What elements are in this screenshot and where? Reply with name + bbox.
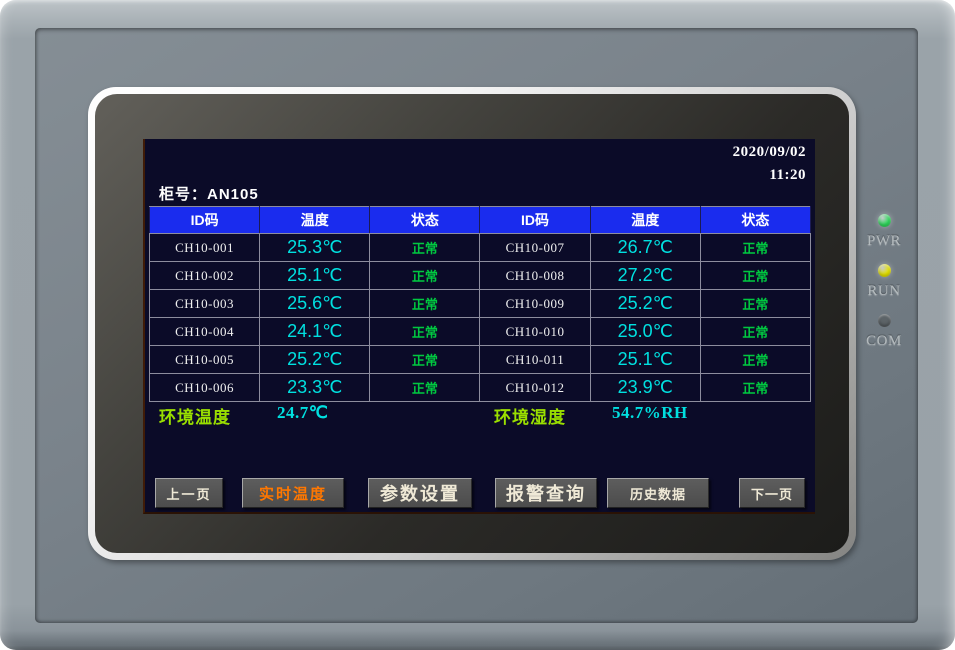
channel-id-cell: CH10-003 <box>150 290 260 318</box>
channel-id-cell: CH10-004 <box>150 318 260 346</box>
lcd-display: 2020/09/02 11:20 柜号：AN105 ID码温度状态ID码温度状态… <box>143 139 815 514</box>
status-cell: 正常 <box>700 346 810 374</box>
env-temperature-value: 24.7℃ <box>277 403 328 423</box>
column-header: 温度 <box>590 207 700 234</box>
temperature-cell: 25.2℃ <box>590 290 700 318</box>
date-display: 2020/09/02 <box>733 144 806 161</box>
column-header: ID码 <box>150 207 260 234</box>
next-page-button[interactable]: 下一页 <box>739 478 805 508</box>
status-cell: 正常 <box>370 346 480 374</box>
status-cell: 正常 <box>370 234 480 262</box>
temperature-cell: 25.2℃ <box>260 346 370 374</box>
table-header-row: ID码温度状态ID码温度状态 <box>150 207 811 234</box>
table-row: CH10-00225.1℃正常CH10-00827.2℃正常 <box>150 262 811 290</box>
status-cell: 正常 <box>700 318 810 346</box>
column-header: 状态 <box>700 207 810 234</box>
screen-bezel: 2020/09/02 11:20 柜号：AN105 ID码温度状态ID码温度状态… <box>95 94 849 553</box>
hmi-device: 2020/09/02 11:20 柜号：AN105 ID码温度状态ID码温度状态… <box>0 0 955 650</box>
com-led-label: COM <box>858 333 910 350</box>
table-row: CH10-00623.3℃正常CH10-01223.9℃正常 <box>150 374 811 402</box>
column-header: ID码 <box>480 207 590 234</box>
temperature-cell: 25.0℃ <box>590 318 700 346</box>
temperature-cell: 23.3℃ <box>260 374 370 402</box>
channel-id-cell: CH10-007 <box>480 234 590 262</box>
led-indicator-column: PWR RUN COM <box>858 210 910 360</box>
temperature-cell: 23.9℃ <box>590 374 700 402</box>
table-row: CH10-00325.6℃正常CH10-00925.2℃正常 <box>150 290 811 318</box>
history-data-button[interactable]: 历史数据 <box>607 478 709 508</box>
column-header: 温度 <box>260 207 370 234</box>
com-led-icon <box>878 314 891 327</box>
temperature-cell: 27.2℃ <box>590 262 700 290</box>
time-display: 11:20 <box>769 167 806 184</box>
alarm-query-button[interactable]: 报警查询 <box>495 478 597 508</box>
pwr-led-block: PWR <box>858 210 910 260</box>
temperature-cell: 25.3℃ <box>260 234 370 262</box>
temperature-cell: 25.1℃ <box>590 346 700 374</box>
channel-id-cell: CH10-009 <box>480 290 590 318</box>
channel-table: ID码温度状态ID码温度状态 CH10-00125.3℃正常CH10-00726… <box>149 206 811 402</box>
channel-id-cell: CH10-005 <box>150 346 260 374</box>
channel-id-cell: CH10-008 <box>480 262 590 290</box>
status-cell: 正常 <box>370 262 480 290</box>
realtime-temp-button[interactable]: 实时温度 <box>242 478 344 508</box>
table-row: CH10-00125.3℃正常CH10-00726.7℃正常 <box>150 234 811 262</box>
param-settings-button[interactable]: 参数设置 <box>368 478 472 508</box>
device-front-panel: 2020/09/02 11:20 柜号：AN105 ID码温度状态ID码温度状态… <box>35 28 918 623</box>
channel-id-cell: CH10-010 <box>480 318 590 346</box>
temperature-cell: 24.1℃ <box>260 318 370 346</box>
env-temperature-label: 环境温度 <box>159 403 231 428</box>
com-led-block: COM <box>858 310 910 360</box>
status-cell: 正常 <box>700 290 810 318</box>
channel-id-cell: CH10-001 <box>150 234 260 262</box>
temperature-cell: 25.6℃ <box>260 290 370 318</box>
prev-page-button[interactable]: 上一页 <box>155 478 223 508</box>
env-humidity-label: 环境湿度 <box>494 403 566 428</box>
run-led-label: RUN <box>858 283 910 300</box>
pwr-led-icon <box>878 214 891 227</box>
status-cell: 正常 <box>370 374 480 402</box>
run-led-block: RUN <box>858 260 910 310</box>
column-header: 状态 <box>370 207 480 234</box>
env-humidity-value: 54.7%RH <box>612 403 688 423</box>
screen-frame: 2020/09/02 11:20 柜号：AN105 ID码温度状态ID码温度状态… <box>88 87 856 560</box>
status-cell: 正常 <box>370 318 480 346</box>
channel-id-cell: CH10-002 <box>150 262 260 290</box>
table-row: CH10-00525.2℃正常CH10-01125.1℃正常 <box>150 346 811 374</box>
pwr-led-label: PWR <box>858 233 910 250</box>
temperature-cell: 25.1℃ <box>260 262 370 290</box>
status-cell: 正常 <box>370 290 480 318</box>
table-row: CH10-00424.1℃正常CH10-01025.0℃正常 <box>150 318 811 346</box>
cabinet-label: 柜号：AN105 <box>159 183 259 204</box>
channel-id-cell: CH10-006 <box>150 374 260 402</box>
run-led-icon <box>878 264 891 277</box>
status-cell: 正常 <box>700 234 810 262</box>
status-cell: 正常 <box>700 262 810 290</box>
temperature-cell: 26.7℃ <box>590 234 700 262</box>
channel-id-cell: CH10-012 <box>480 374 590 402</box>
status-cell: 正常 <box>700 374 810 402</box>
channel-id-cell: CH10-011 <box>480 346 590 374</box>
